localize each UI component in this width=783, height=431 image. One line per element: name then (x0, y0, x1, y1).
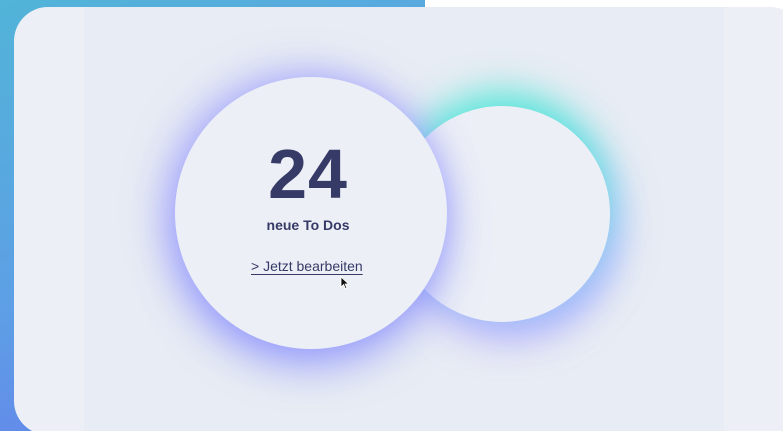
todo-subtitle: neue To Dos (266, 217, 350, 233)
mouse-pointer-icon (340, 276, 350, 290)
todo-count: 24 (268, 135, 348, 213)
edit-now-link[interactable]: > Jetzt bearbeiten (251, 258, 363, 274)
todo-card: 24 neue To Dos > Jetzt bearbeiten (14, 7, 783, 431)
todo-circle (175, 77, 447, 349)
